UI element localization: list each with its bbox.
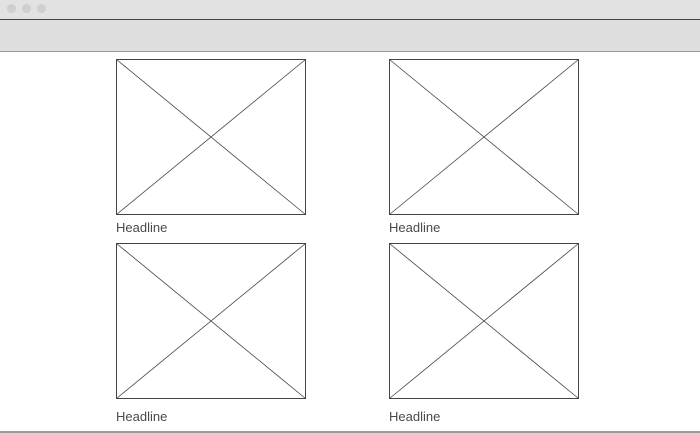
card[interactable]: Headline: [116, 243, 307, 424]
minimize-window-button[interactable]: [22, 4, 31, 13]
card-headline: Headline: [116, 409, 168, 424]
image-placeholder-icon: [389, 243, 579, 399]
card-headline: Headline: [116, 220, 168, 235]
title-bar: [0, 0, 700, 20]
browser-window: Headline Headline Headline Headline: [0, 0, 700, 433]
content-area: Headline Headline Headline Headline: [0, 52, 700, 431]
image-placeholder-icon: [116, 59, 306, 215]
card-headline: Headline: [389, 409, 441, 424]
card[interactable]: Headline: [389, 243, 580, 424]
zoom-window-button[interactable]: [37, 4, 46, 13]
toolbar: [0, 20, 700, 52]
image-placeholder-icon: [389, 59, 579, 215]
image-placeholder-icon: [116, 243, 306, 399]
card[interactable]: Headline: [389, 59, 580, 235]
card-headline: Headline: [389, 220, 441, 235]
card[interactable]: Headline: [116, 59, 307, 235]
close-window-button[interactable]: [7, 4, 16, 13]
